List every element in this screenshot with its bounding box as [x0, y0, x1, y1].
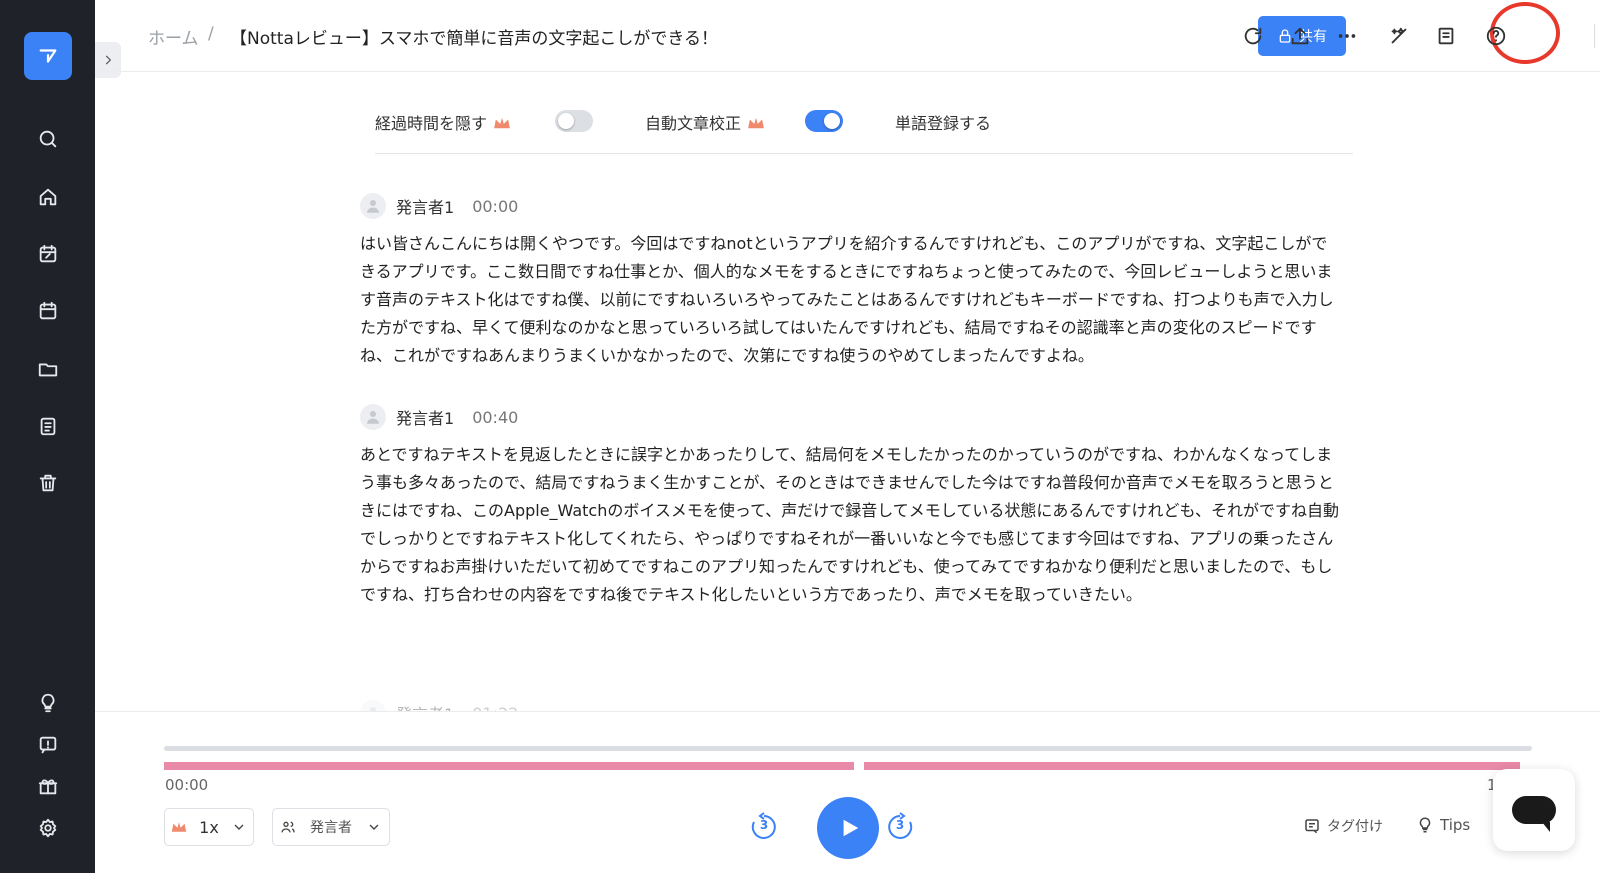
- settings-icon[interactable]: [35, 815, 61, 841]
- crown-icon: [171, 822, 187, 832]
- speaker-name[interactable]: 発言者1: [396, 194, 454, 218]
- magic-wand-icon[interactable]: [1385, 22, 1413, 50]
- gift-icon[interactable]: [35, 773, 61, 799]
- tips-label: Tips: [1440, 816, 1471, 834]
- crown-icon: [494, 117, 510, 129]
- chevron-down-icon: [369, 824, 379, 830]
- bulb-icon: [1419, 817, 1431, 833]
- sidebar: [0, 0, 95, 873]
- breadcrumb-separator: /: [208, 24, 214, 44]
- bulb-icon[interactable]: [35, 690, 61, 716]
- transcript-segment: 発言者1 00:40 あとですねテキストを見返したときに誤字とかあったりして、結…: [360, 401, 1340, 609]
- chat-icon: [1512, 796, 1556, 832]
- calendar-edit-icon[interactable]: [35, 241, 61, 267]
- tag-button[interactable]: タグ付け: [1303, 816, 1383, 836]
- transcript-segment: 発言者1 00:00 はい皆さんこんにちは開くやつです。今回はですねnotという…: [360, 190, 1340, 370]
- chat-button[interactable]: [1493, 769, 1575, 851]
- speed-select[interactable]: 1x: [164, 808, 254, 846]
- auto-correct-toggle[interactable]: [805, 110, 843, 132]
- folder-icon[interactable]: [35, 356, 61, 382]
- tips-button[interactable]: Tips: [1416, 816, 1470, 834]
- speaker-timeline-segment[interactable]: [864, 762, 1520, 770]
- speed-value: 1x: [199, 817, 219, 837]
- auto-correct-label: 自動文章校正: [645, 114, 742, 133]
- chevron-down-icon: [234, 824, 244, 830]
- user-icon: [367, 411, 379, 424]
- register-words-link[interactable]: 単語登録する: [895, 110, 991, 134]
- timestamp[interactable]: 00:40: [472, 408, 518, 427]
- home-icon[interactable]: [35, 184, 61, 210]
- breadcrumb-home[interactable]: ホーム: [148, 24, 199, 49]
- tag-label: タグ付け: [1327, 819, 1383, 835]
- topbar: ホーム / 【Nottaレビュー】スマホで簡単に音声の文字起こしができる！ 共有: [95, 0, 1600, 72]
- trash-icon[interactable]: [35, 470, 61, 496]
- feedback-icon[interactable]: [35, 732, 61, 758]
- skip-forward-seconds: 3: [895, 818, 905, 832]
- more-icon[interactable]: [1333, 22, 1361, 50]
- skip-forward-button[interactable]: 3: [885, 812, 915, 842]
- audio-player: 00:00 1 1x 発言者 3 3 タグ付け Tips: [95, 711, 1600, 873]
- user-icon: [367, 200, 379, 213]
- logo-icon[interactable]: [24, 32, 72, 80]
- tag-icon: [1305, 819, 1319, 834]
- people-icon: [281, 821, 295, 833]
- hide-elapsed-toggle[interactable]: [555, 110, 593, 132]
- crown-icon: [748, 117, 764, 129]
- hide-elapsed-option: 経過時間を隠す: [375, 110, 511, 134]
- avatar: [360, 193, 386, 219]
- transcript: 発言者1 00:00 はい皆さんこんにちは開くやつです。今回はですねnotという…: [360, 190, 1340, 640]
- speaker-timeline-segment[interactable]: [164, 762, 854, 770]
- hide-elapsed-label: 経過時間を隠す: [375, 114, 488, 133]
- help-icon[interactable]: [1482, 22, 1510, 50]
- segment-text[interactable]: あとですねテキストを見返したときに誤字とかあったりして、結局何をメモしたかったの…: [360, 441, 1340, 609]
- calendar-icon[interactable]: [35, 298, 61, 324]
- current-time: 00:00: [165, 776, 209, 794]
- play-button[interactable]: [817, 797, 879, 859]
- segment-text[interactable]: はい皆さんこんにちは開くやつです。今回はですねnotというアプリを紹介するんです…: [360, 230, 1340, 370]
- speaker-filter-select[interactable]: 発言者: [272, 808, 390, 846]
- timestamp[interactable]: 00:00: [472, 197, 518, 216]
- options-bar: 経過時間を隠す 自動文章校正 単語登録する: [375, 106, 1353, 154]
- avatar: [360, 404, 386, 430]
- auto-correct-option: 自動文章校正: [645, 110, 765, 134]
- speaker-filter-label: 発言者: [310, 820, 352, 836]
- progress-track[interactable]: [164, 746, 1532, 751]
- play-icon: [843, 819, 859, 837]
- sync-icon[interactable]: [1239, 22, 1267, 50]
- page-title[interactable]: 【Nottaレビュー】スマホで簡単に音声の文字起こしができる！: [230, 24, 718, 49]
- skip-back-seconds: 3: [759, 818, 769, 832]
- toolbar-divider: [1594, 24, 1595, 48]
- document-icon[interactable]: [35, 413, 61, 439]
- search-icon[interactable]: [35, 126, 61, 152]
- speaker-name[interactable]: 発言者1: [396, 405, 454, 429]
- skip-back-button[interactable]: 3: [749, 812, 779, 842]
- upload-icon[interactable]: [1286, 22, 1314, 50]
- notes-icon[interactable]: [1432, 22, 1460, 50]
